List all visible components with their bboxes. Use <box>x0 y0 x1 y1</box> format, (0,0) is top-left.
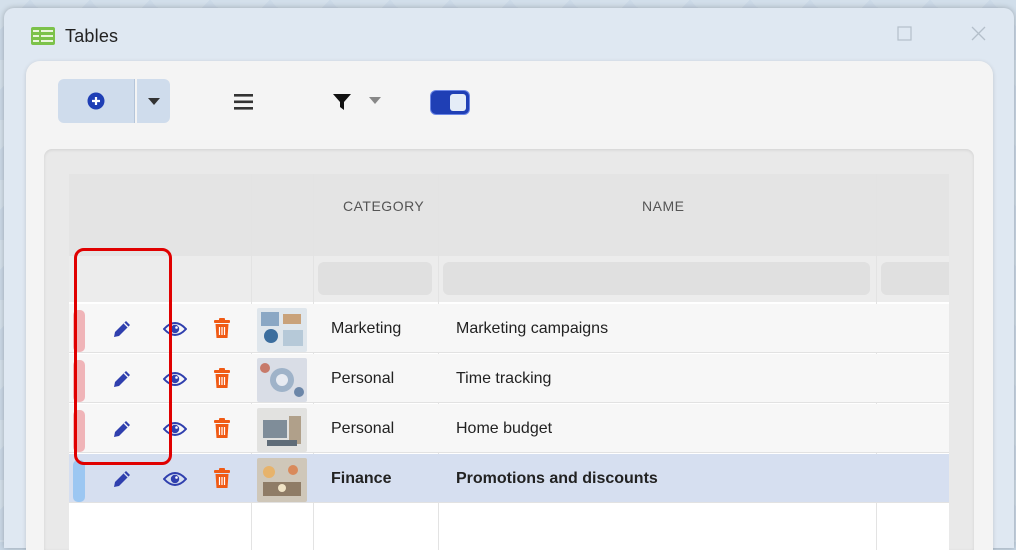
toolbar <box>26 61 993 151</box>
name-filter-input[interactable] <box>443 262 870 295</box>
eye-icon[interactable] <box>163 320 187 338</box>
row-thumbnail-image <box>257 408 307 452</box>
maximize-icon[interactable] <box>895 24 915 44</box>
pencil-icon[interactable] <box>112 419 132 439</box>
row-name: Marketing campaigns <box>456 320 609 337</box>
add-button[interactable] <box>58 79 135 123</box>
grid-header: CATEGORY NAME <box>69 174 949 256</box>
row-status-stripe <box>73 360 85 402</box>
row-category: Finance <box>331 470 392 487</box>
table-row[interactable]: Personal Time tracking <box>69 354 949 403</box>
row-category: Personal <box>331 370 395 387</box>
eye-icon[interactable] <box>163 420 187 438</box>
pencil-icon[interactable] <box>112 369 132 389</box>
row-thumbnail-image <box>257 308 307 352</box>
toggle-knob <box>450 94 466 111</box>
filter-row <box>69 256 949 302</box>
row-status-stripe <box>73 410 85 452</box>
category-filter-input[interactable] <box>318 262 432 295</box>
extra-filter-input[interactable] <box>881 262 949 295</box>
plus-circle-icon <box>87 92 105 110</box>
add-dropdown-button[interactable] <box>137 79 170 123</box>
row-thumbnail-image <box>257 358 307 402</box>
eye-icon[interactable] <box>163 370 187 388</box>
row-name: Promotions and discounts <box>456 470 658 487</box>
row-status-stripe <box>73 460 85 502</box>
table-app-icon <box>31 27 55 45</box>
filter-caret-down-icon[interactable] <box>368 96 382 106</box>
hamburger-icon[interactable] <box>234 93 254 111</box>
trash-icon[interactable] <box>213 468 231 488</box>
funnel-icon[interactable] <box>332 92 352 112</box>
window-title: Tables <box>65 26 119 46</box>
row-status-stripe <box>73 310 85 352</box>
table-row[interactable]: Marketing Marketing campaigns <box>69 304 949 353</box>
main-panel: CATEGORY NAME Marketing Marketing campai… <box>26 61 993 550</box>
grid-container: CATEGORY NAME Marketing Marketing campai… <box>44 149 974 550</box>
row-name: Time tracking <box>456 370 552 387</box>
row-thumbnail-image <box>257 458 307 502</box>
trash-icon[interactable] <box>213 418 231 438</box>
eye-icon[interactable] <box>163 470 187 488</box>
row-category: Marketing <box>331 320 402 337</box>
column-header-category[interactable]: CATEGORY <box>343 198 424 214</box>
tables-window: Tables CATEGORY NAME Marketing Marketing… <box>4 8 1014 550</box>
close-icon[interactable] <box>969 24 989 44</box>
trash-icon[interactable] <box>213 318 231 338</box>
data-grid: CATEGORY NAME Marketing Marketing campai… <box>69 174 949 550</box>
column-header-name[interactable]: NAME <box>642 198 684 214</box>
caret-down-icon <box>147 97 160 105</box>
table-row-selected[interactable]: Finance Promotions and discounts <box>69 454 949 503</box>
pencil-icon[interactable] <box>112 319 132 339</box>
pencil-icon[interactable] <box>112 469 132 489</box>
row-category: Personal <box>331 420 395 437</box>
table-row[interactable]: Personal Home budget <box>69 404 949 453</box>
view-toggle[interactable] <box>431 91 469 114</box>
title-bar[interactable]: Tables <box>4 8 1014 60</box>
row-name: Home budget <box>456 420 553 437</box>
trash-icon[interactable] <box>213 368 231 388</box>
